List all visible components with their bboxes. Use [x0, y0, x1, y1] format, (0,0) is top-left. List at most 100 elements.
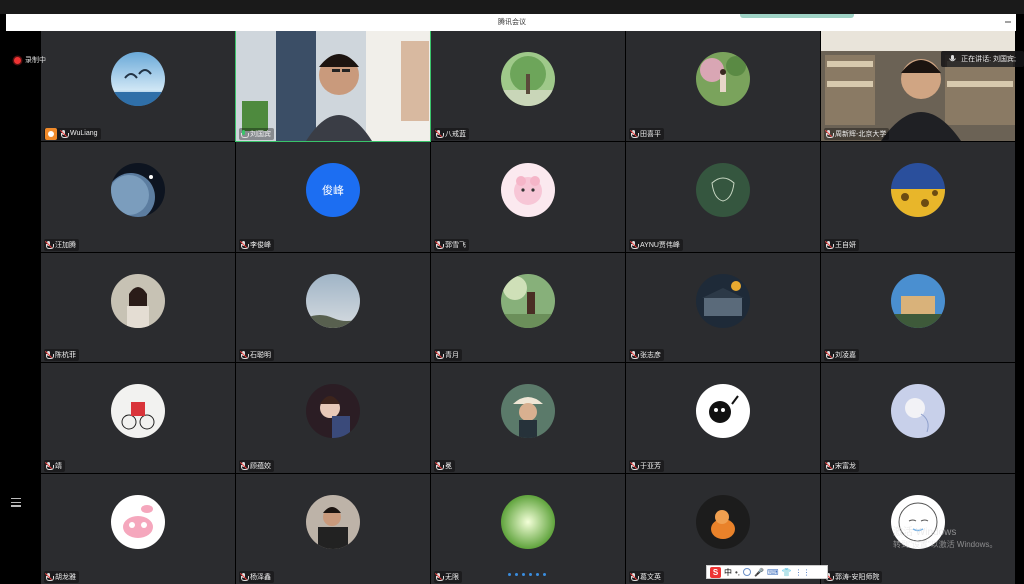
mic-muted-icon — [44, 462, 54, 471]
participant-name-tag: 宋富龙 — [824, 460, 859, 473]
participant-tile[interactable]: 汪加腾 — [41, 141, 235, 252]
mic-muted-icon — [629, 240, 639, 249]
page-dot[interactable] — [529, 573, 532, 576]
participant-name: 郭雪飞 — [445, 241, 466, 249]
keyboard-icon[interactable]: ⌨ — [767, 568, 779, 577]
voice-icon[interactable]: 🎤 — [754, 568, 764, 577]
mic-muted-icon — [239, 240, 249, 249]
participant-name: 杨泽鑫 — [250, 573, 271, 581]
speaking-label: 正在讲话: 刘国宾; — [961, 56, 1016, 63]
participant-tile[interactable]: 俊峰 李俊峰 — [236, 141, 430, 252]
participant-name-tag: AYNU贾伟峰 — [629, 238, 683, 251]
speaker-mic-icon — [949, 55, 957, 62]
participant-tile[interactable]: 田喜平 — [626, 31, 820, 141]
page-dot[interactable] — [515, 573, 518, 576]
ime-toolbar[interactable]: S 中 •, 🎤 ⌨ 👕 ⋮⋮ — [706, 565, 828, 579]
participant-tile[interactable]: 王自妍 — [821, 141, 1015, 252]
participant-tile[interactable]: 陈杭菲 — [41, 252, 235, 363]
participant-tile[interactable]: 胡龙雅 — [41, 474, 235, 584]
participant-tile[interactable]: 刘凌嘉 — [821, 252, 1015, 363]
participant-name: 周新辉-北京大学 — [835, 130, 887, 138]
sky-avatar — [306, 273, 360, 328]
sunflowers-avatar — [891, 162, 945, 217]
mic-muted-icon — [434, 462, 444, 471]
participant-name: 于亚芳 — [640, 463, 661, 471]
participant-name-tag: 田喜平 — [629, 127, 664, 140]
ime-mode[interactable]: 中 — [724, 567, 732, 578]
participant-name-tag: WuLiang — [44, 127, 101, 140]
participant-tile[interactable]: 张志彦 — [626, 252, 820, 363]
menu-icon[interactable] — [11, 498, 21, 508]
participant-name-tag: 青月 — [434, 349, 462, 362]
mic-muted-icon — [629, 462, 639, 471]
participant-name: 刘国宾 — [250, 130, 271, 138]
participant-tile[interactable]: 无限 — [431, 474, 625, 584]
participant-name: 田喜平 — [640, 130, 661, 138]
participant-tile[interactable]: 青月 — [431, 252, 625, 363]
participant-tile[interactable]: 刘国宾 — [235, 30, 431, 142]
recording-indicator[interactable]: 录制中 — [14, 55, 46, 65]
orange-figure-avatar — [696, 495, 750, 550]
title-bar — [0, 0, 1024, 14]
participant-tile[interactable]: 八戒蓝 — [431, 31, 625, 141]
forest-girl-avatar — [501, 273, 555, 328]
participant-name-tag: 李俊峰 — [239, 238, 274, 251]
participant-name-tag: 胡龙雅 — [44, 570, 79, 583]
mic-muted-icon — [824, 240, 834, 249]
page-indicator[interactable] — [508, 573, 546, 576]
participant-tile[interactable]: 杨泽鑫 — [236, 474, 430, 584]
punctuation-icon[interactable]: •, — [735, 568, 740, 577]
mic-muted-icon — [824, 462, 834, 471]
sketch-avatar — [696, 162, 750, 217]
mic-muted-icon — [629, 129, 639, 138]
participant-name: AYNU贾伟峰 — [640, 241, 680, 249]
top-drag-handle[interactable] — [740, 14, 854, 18]
participant-name: 刘凌嘉 — [835, 352, 856, 360]
participant-name: WuLiang — [70, 130, 98, 138]
mic-muted-icon — [44, 351, 54, 360]
black-creature-avatar — [696, 384, 750, 439]
participant-name: 郭涛-安阳师院 — [835, 573, 880, 581]
participant-name-tag: 靖 — [44, 460, 65, 473]
participant-tile[interactable]: 宋富龙 — [821, 363, 1015, 474]
participant-tile[interactable]: AYNU贾伟峰 — [626, 141, 820, 252]
participant-tile[interactable]: 郭雪飞 — [431, 141, 625, 252]
watermark-line2: 转到"设置"以激活 Windows。 — [893, 540, 998, 549]
page-dot[interactable] — [522, 573, 525, 576]
minimize-icon[interactable] — [1004, 18, 1012, 26]
participant-name-tag: 张志彦 — [629, 349, 664, 362]
participant-name-tag: 于亚芳 — [629, 460, 664, 473]
participant-tile[interactable]: 靖 — [41, 363, 235, 474]
participant-tile[interactable]: 冕 — [431, 363, 625, 474]
participant-name-tag: 顾蕴姣 — [239, 460, 274, 473]
participant-name: 张志彦 — [640, 352, 661, 360]
girl-in-garden-avatar — [696, 52, 750, 106]
skin-icon[interactable]: 👕 — [782, 568, 792, 577]
page-dot[interactable] — [508, 573, 511, 576]
emoji-icon[interactable] — [743, 568, 752, 576]
participant-tile[interactable]: WuLiang — [41, 31, 235, 141]
mic-muted-icon — [434, 240, 444, 249]
page-dot[interactable] — [543, 573, 546, 576]
mic-muted-icon — [824, 351, 834, 360]
anime-girl-avatar — [306, 384, 360, 439]
toolbox-icon[interactable]: ⋮⋮ — [795, 568, 811, 577]
participant-name-tag: 周新辉-北京大学 — [824, 127, 890, 140]
participant-name-tag: 无限 — [434, 570, 462, 583]
pink-bunny-avatar — [111, 495, 165, 550]
willow-tree-avatar — [501, 52, 555, 106]
participant-name: 宋富龙 — [835, 463, 856, 471]
participant-tile[interactable]: 顾蕴姣 — [236, 363, 430, 474]
sogou-logo-icon: S — [710, 566, 721, 578]
participant-name-tag: 石聪明 — [239, 349, 274, 362]
participant-name: 冕 — [445, 463, 452, 471]
mic-muted-icon — [629, 351, 639, 360]
participant-name-tag: 杨泽鑫 — [239, 570, 274, 583]
participant-name: 李俊峰 — [250, 241, 271, 249]
participant-name-tag: 郭涛-安阳师院 — [824, 570, 883, 583]
participant-tile[interactable]: 于亚芳 — [626, 363, 820, 474]
participant-tile[interactable]: 周新辉-北京大学 — [821, 31, 1015, 141]
page-dot[interactable] — [536, 573, 539, 576]
participant-tile[interactable]: 石聪明 — [236, 252, 430, 363]
record-icon — [14, 56, 21, 64]
